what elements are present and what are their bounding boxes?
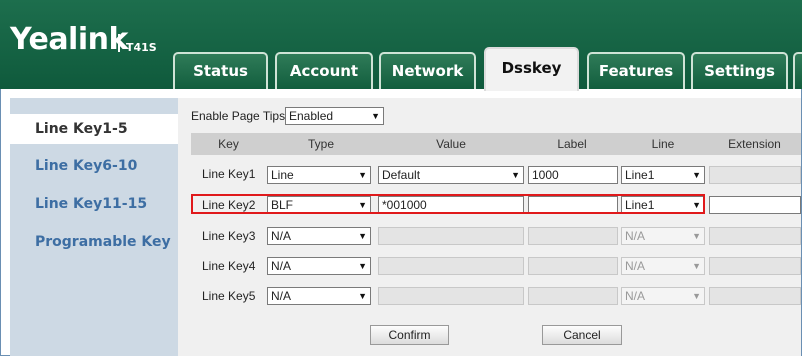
value-input[interactable] (378, 257, 524, 275)
dropdown-arrow-icon: ▼ (358, 170, 367, 180)
model-name: T41S (126, 41, 157, 54)
header-bar: Yealink T41S Status Account Network Dssk… (0, 0, 802, 91)
tab-network[interactable]: Network (379, 52, 476, 89)
value-input[interactable] (378, 227, 524, 245)
sidebar-item-line-key-11-15[interactable]: Line Key11-15 (10, 189, 178, 219)
sidebar-item-line-key-6-10[interactable]: Line Key6-10 (10, 151, 178, 181)
type-value: N/A (271, 259, 292, 273)
label-input[interactable]: 1000 (528, 166, 618, 184)
extension-input[interactable] (709, 227, 801, 245)
brand-logo: Yealink (10, 22, 128, 57)
table-header: Key Type Value Label Line Extension (191, 133, 801, 155)
type-value: Line (271, 168, 294, 182)
dropdown-arrow-icon: ▼ (511, 170, 520, 180)
line-value: N/A (625, 289, 646, 303)
extension-input[interactable] (709, 287, 801, 305)
line-select[interactable]: N/A ▼ (621, 287, 705, 305)
row-key-label: Line Key4 (202, 259, 256, 273)
col-label: Label (557, 137, 587, 151)
tab-status[interactable]: Status (173, 52, 268, 89)
extension-input[interactable] (709, 166, 801, 184)
sidebar-item-line-key-1-5[interactable]: Line Key1-5 (10, 114, 178, 144)
main-panel: Enable Page Tips Enabled ▼ Key Type Valu… (178, 98, 801, 356)
dropdown-arrow-icon: ▼ (358, 261, 367, 271)
tab-overflow[interactable] (793, 52, 802, 89)
col-extension: Extension (728, 137, 781, 151)
highlight-box (191, 194, 705, 214)
tab-account[interactable]: Account (275, 52, 373, 89)
tab-dsskey[interactable]: Dsskey (484, 47, 579, 91)
row-key-label: Line Key3 (202, 229, 256, 243)
col-key: Key (218, 137, 239, 151)
col-value: Value (436, 137, 466, 151)
label-input[interactable] (528, 257, 618, 275)
page-tips-label: Enable Page Tips (191, 109, 286, 123)
type-value: N/A (271, 229, 292, 243)
tab-features[interactable]: Features (587, 52, 685, 89)
page-tips-select[interactable]: Enabled ▼ (285, 107, 384, 125)
line-select[interactable]: N/A ▼ (621, 257, 705, 275)
value-value: Default (382, 168, 421, 182)
sidebar: Line Key1-5 Line Key6-10 Line Key11-15 P… (10, 98, 178, 356)
line-value: Line1 (625, 168, 655, 182)
row-key-label: Line Key1 (202, 167, 256, 181)
dropdown-arrow-icon: ▼ (371, 111, 380, 121)
page-tips-value: Enabled (289, 109, 334, 123)
value-select[interactable]: Default ▼ (378, 166, 524, 184)
extension-input[interactable] (709, 257, 801, 275)
dropdown-arrow-icon: ▼ (692, 261, 701, 271)
dropdown-arrow-icon: ▼ (358, 231, 367, 241)
line-value: N/A (625, 229, 646, 243)
value-input[interactable] (378, 287, 524, 305)
type-select[interactable]: N/A ▼ (267, 257, 371, 275)
logo-divider (118, 34, 120, 52)
confirm-button[interactable]: Confirm (370, 325, 449, 345)
dropdown-arrow-icon: ▼ (692, 291, 701, 301)
line-select[interactable]: Line1 ▼ (621, 166, 705, 184)
type-select[interactable]: N/A ▼ (267, 227, 371, 245)
line-value: N/A (625, 259, 646, 273)
extension-input[interactable] (709, 196, 801, 214)
col-type: Type (307, 137, 334, 151)
tab-settings[interactable]: Settings (691, 52, 788, 89)
col-line: Line (651, 137, 675, 151)
type-value: N/A (271, 289, 292, 303)
dropdown-arrow-icon: ▼ (358, 291, 367, 301)
type-select[interactable]: Line ▼ (267, 166, 371, 184)
dropdown-arrow-icon: ▼ (692, 170, 701, 180)
type-select[interactable]: N/A ▼ (267, 287, 371, 305)
cancel-button[interactable]: Cancel (542, 325, 622, 345)
label-input[interactable] (528, 287, 618, 305)
line-select[interactable]: N/A ▼ (621, 227, 705, 245)
label-input[interactable] (528, 227, 618, 245)
sidebar-item-programable-key[interactable]: Programable Key (10, 227, 178, 257)
row-key-label: Line Key5 (202, 289, 256, 303)
dropdown-arrow-icon: ▼ (692, 231, 701, 241)
